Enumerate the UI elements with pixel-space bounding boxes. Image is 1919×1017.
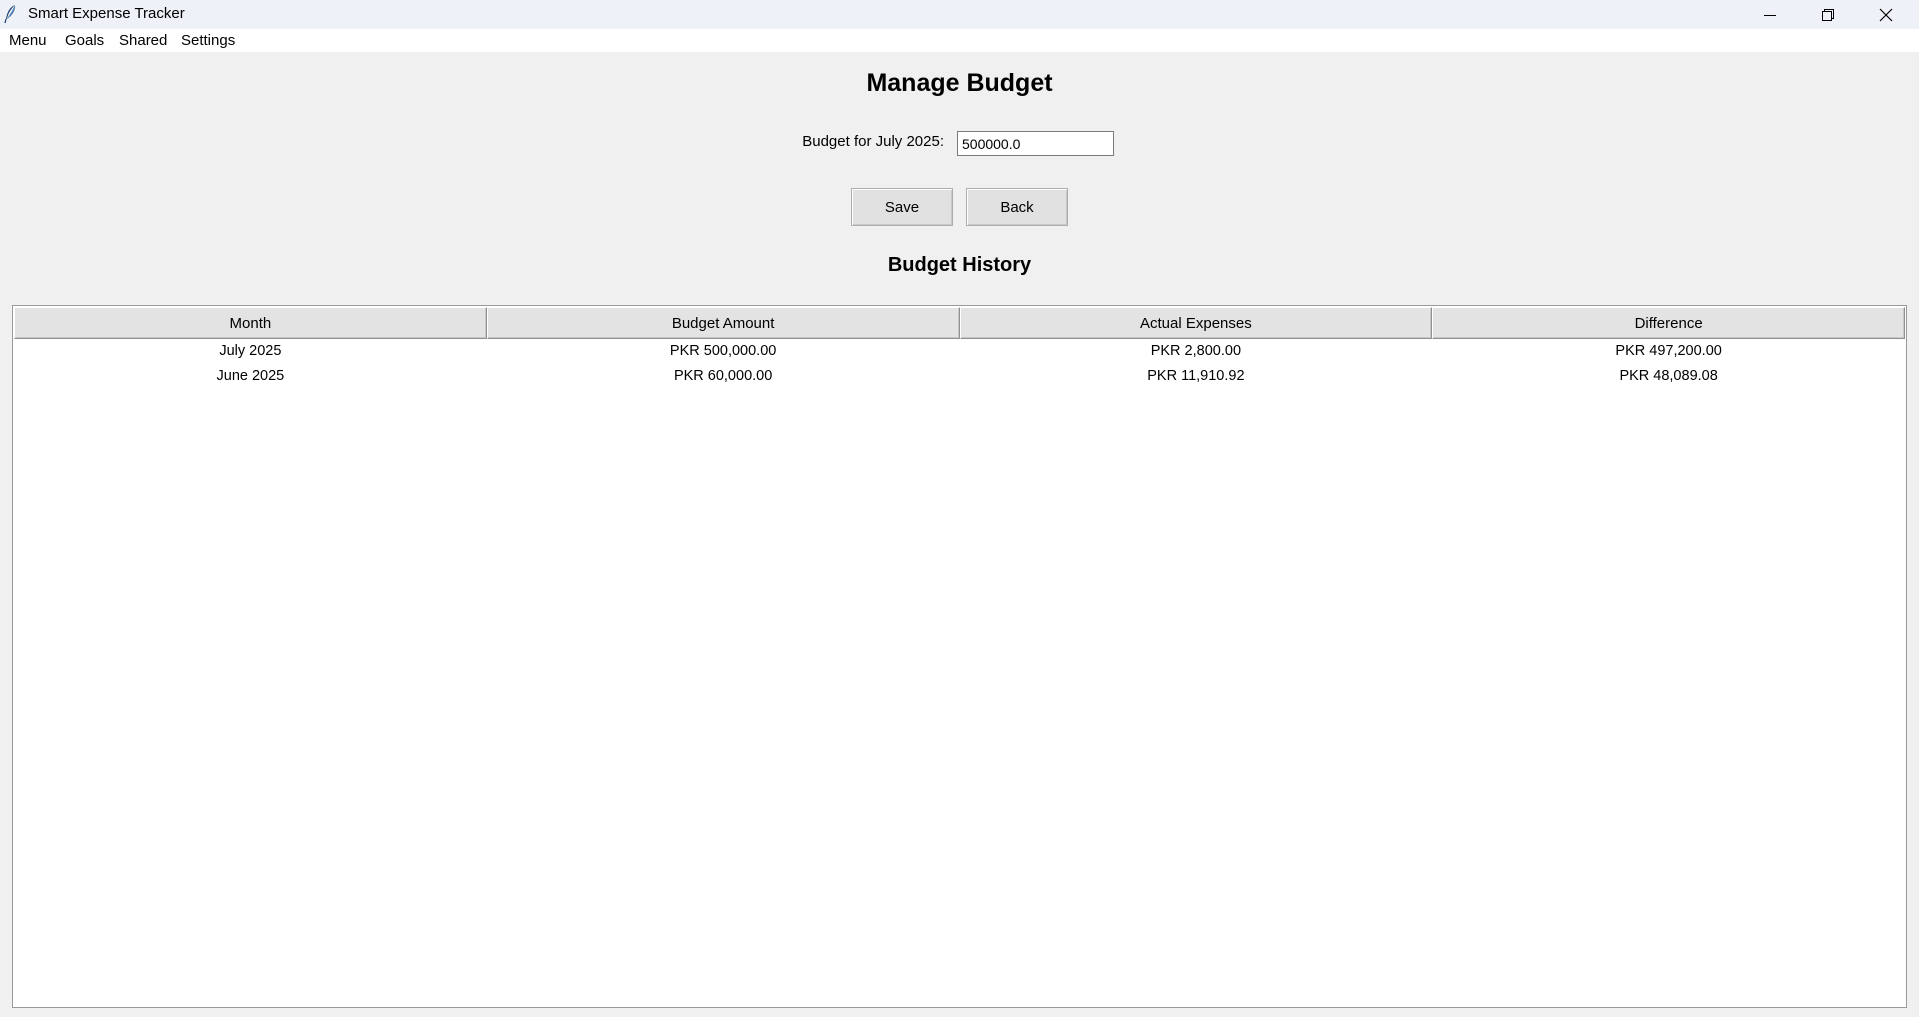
title-bar: Smart Expense Tracker [0,0,1919,29]
feather-icon [4,5,16,24]
menu-item-shared[interactable]: Shared [119,32,167,49]
close-icon [1879,8,1893,21]
cell-actual-expenses: PKR 2,800.00 [1150,343,1242,359]
page-title: Manage Budget [866,69,1053,97]
budget-label: Budget for July 2025: [802,133,944,150]
cell-difference: PKR 497,200.00 [1615,343,1722,359]
table-header: Month Budget Amount Actual Expenses Diff… [14,307,1905,339]
column-header-budget-amount[interactable]: Budget Amount [486,307,960,339]
column-header-difference[interactable]: Difference [1432,307,1905,339]
cell-budget-amount: PKR 60,000.00 [673,368,773,384]
budget-input[interactable] [957,131,1114,156]
restore-button[interactable] [1799,0,1857,29]
budget-history-table: Month Budget Amount Actual Expenses Diff… [12,305,1907,1008]
column-header-actual-expenses[interactable]: Actual Expenses [959,307,1433,339]
menu-item-goals[interactable]: Goals [65,32,104,49]
cell-actual-expenses: PKR 11,910.92 [1147,368,1245,384]
minimize-button[interactable] [1741,0,1799,29]
back-button[interactable]: Back [966,188,1068,226]
column-header-month[interactable]: Month [14,307,487,339]
cell-difference: PKR 48,089.08 [1619,368,1718,384]
restore-icon [1822,8,1834,21]
cell-month: July 2025 [219,343,282,359]
table-body: July 2025 PKR 500,000.00 PKR 2,800.00 PK… [14,339,1905,389]
close-button[interactable] [1857,0,1915,29]
cell-budget-amount: PKR 500,000.00 [669,343,777,359]
window-title: Smart Expense Tracker [28,5,185,22]
minimize-icon [1764,14,1776,16]
save-button[interactable]: Save [851,188,953,226]
table-row[interactable]: July 2025 PKR 500,000.00 PKR 2,800.00 PK… [14,339,1905,364]
menu-item-settings[interactable]: Settings [181,32,235,49]
table-row[interactable]: June 2025 PKR 60,000.00 PKR 11,910.92 PK… [14,364,1905,389]
menu-item-menu[interactable]: Menu [9,32,47,49]
menu-bar: Menu Goals Shared Settings [0,29,1919,52]
budget-history-title: Budget History [887,254,1032,276]
cell-month: June 2025 [216,368,285,384]
